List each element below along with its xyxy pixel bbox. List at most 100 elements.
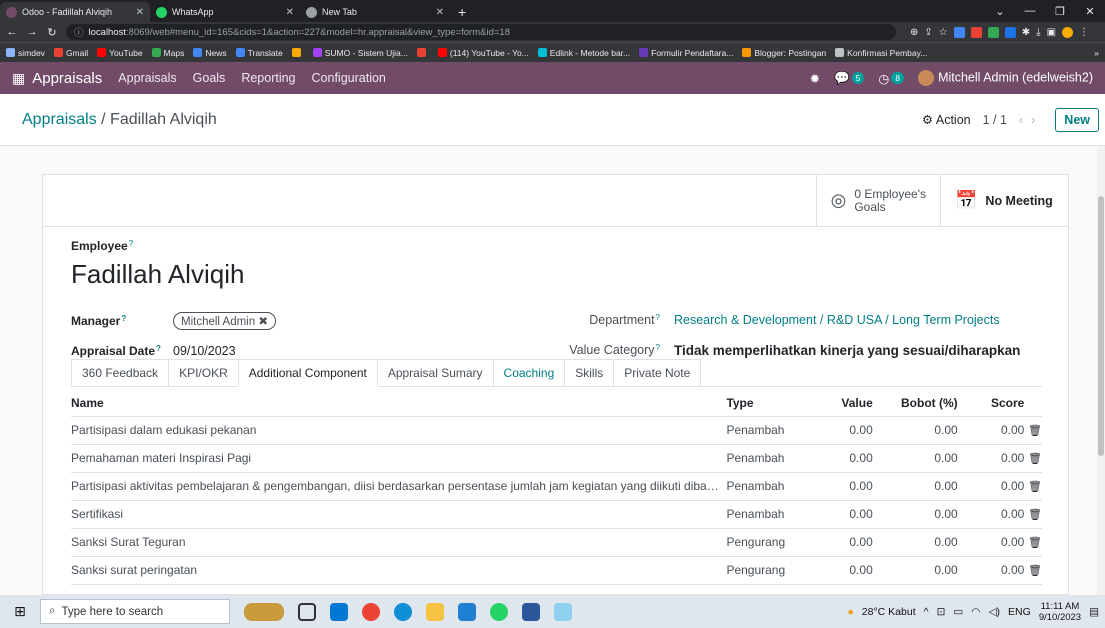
meeting-button[interactable]: 📅 No Meeting: [940, 175, 1068, 226]
notebook-tab[interactable]: Appraisal Sumary: [376, 359, 494, 386]
file-explorer-icon[interactable]: [426, 602, 444, 621]
breadcrumb-appraisals[interactable]: Appraisals: [22, 111, 97, 128]
table-row[interactable]: Partisipasi dalam edukasi pekanan Penamba…: [71, 416, 1042, 445]
extension-icon[interactable]: [987, 26, 999, 38]
new-button[interactable]: New: [1055, 107, 1099, 132]
close-window-icon[interactable]: ✕: [1075, 5, 1105, 18]
scrollbar-thumb[interactable]: [1098, 196, 1104, 456]
extensions-puzzle-icon[interactable]: ✱: [1022, 27, 1030, 38]
paint-icon[interactable]: [554, 602, 572, 621]
back-icon[interactable]: ←: [6, 26, 18, 38]
volume-icon[interactable]: ◁): [988, 606, 1000, 618]
bookmark-item[interactable]: (114) YouTube - Yo...: [437, 48, 529, 58]
trash-icon[interactable]: 🗑: [1028, 537, 1042, 549]
column-bobot[interactable]: Bobot (%): [872, 390, 958, 417]
table-row[interactable]: Sanksi surat peringatan Pengurang 0.00 0.00…: [71, 556, 1042, 585]
trash-icon[interactable]: 🗑: [1028, 509, 1042, 521]
bookmark-item[interactable]: News: [193, 48, 227, 58]
help-tooltip-icon[interactable]: ?: [656, 313, 660, 322]
user-menu[interactable]: Mitchell Admin (edelweish2): [918, 70, 1093, 86]
bookmark-item[interactable]: SUMO - Sistem Ujia...: [312, 48, 408, 58]
remove-tag-icon[interactable]: ✖: [258, 316, 268, 328]
notebook-tab[interactable]: 360 Feedback: [71, 359, 170, 386]
appraisal-date-value[interactable]: 09/10/2023: [173, 344, 236, 358]
bookmark-item[interactable]: Gmail: [53, 48, 88, 58]
trash-icon[interactable]: 🗑: [1028, 481, 1042, 493]
edge-icon[interactable]: [394, 602, 412, 621]
tab-close-icon[interactable]: ✕: [436, 7, 444, 18]
share-icon[interactable]: ⇪: [924, 27, 932, 38]
trash-icon[interactable]: 🗑: [1028, 565, 1042, 577]
site-info-icon[interactable]: ⓘ: [74, 25, 84, 39]
network-icon[interactable]: ⊡: [937, 606, 946, 618]
column-name[interactable]: Name: [71, 390, 727, 417]
extension-icon[interactable]: [1004, 26, 1016, 38]
chrome-icon[interactable]: [362, 602, 380, 621]
tab-search-icon[interactable]: ⌄: [985, 5, 1015, 18]
table-row[interactable]: Sertifikasi Penambah 0.00 0.00 0.00 🗑: [71, 500, 1042, 529]
messages-button[interactable]: 💬 5: [834, 71, 865, 86]
bookmarks-overflow-icon[interactable]: »: [1094, 48, 1099, 58]
navbar-menu-item[interactable]: Reporting: [241, 71, 295, 85]
zoom-icon[interactable]: ⊕: [910, 27, 918, 38]
side-panel-icon[interactable]: ▣: [1047, 27, 1056, 38]
bookmark-item[interactable]: Formulir Pendaftara...: [639, 48, 733, 58]
taskbar-search[interactable]: ⌕ Type here to search: [40, 599, 230, 624]
browser-tab[interactable]: Odoo - Fadillah Alviqih ✕: [0, 2, 150, 22]
help-tooltip-icon[interactable]: ?: [156, 344, 161, 353]
employee-name[interactable]: Fadillah Alviqih: [71, 259, 1040, 290]
whatsapp-taskbar-icon[interactable]: [490, 602, 508, 621]
manager-tag[interactable]: Mitchell Admin ✖: [173, 312, 276, 330]
task-view-icon[interactable]: [298, 602, 316, 621]
forward-icon[interactable]: →: [26, 26, 38, 38]
tray-chevron-icon[interactable]: ^: [924, 606, 929, 618]
vscode-icon[interactable]: [458, 602, 476, 621]
app-name[interactable]: Appraisals: [32, 70, 102, 87]
table-row[interactable]: Partisipasi aktivitas pembelajaran & pen…: [71, 472, 1042, 501]
activities-button[interactable]: ◷ 8: [878, 71, 905, 86]
download-icon[interactable]: ⤓: [1036, 27, 1040, 38]
bookmark-item[interactable]: Maps: [151, 48, 184, 58]
browser-tab[interactable]: New Tab ✕: [300, 2, 450, 22]
tab-close-icon[interactable]: ✕: [286, 7, 294, 18]
bookmark-item[interactable]: simdev: [6, 48, 45, 58]
restore-icon[interactable]: ❐: [1045, 5, 1075, 18]
navbar-menu-item[interactable]: Goals: [193, 71, 226, 85]
weather-text[interactable]: 28°C Kabut: [862, 606, 916, 618]
word-icon[interactable]: [522, 602, 540, 621]
bookmark-item[interactable]: Blogger: Postingan: [742, 48, 826, 58]
wifi-icon[interactable]: ◠: [971, 606, 980, 618]
browser-tab[interactable]: WhatsApp ✕: [150, 2, 300, 22]
minimize-icon[interactable]: —: [1015, 5, 1045, 17]
bookmark-item[interactable]: [291, 48, 304, 57]
bookmark-item[interactable]: Konfirmasi Pembay...: [835, 48, 927, 58]
address-bar[interactable]: ⓘ localhost:8069/web#menu_id=165&cids=1&…: [66, 24, 896, 40]
pager-previous-icon[interactable]: ‹: [1019, 113, 1031, 127]
value-category-value[interactable]: Tidak memperlihatkan kinerja yang sesuai…: [674, 343, 1020, 358]
browser-menu-icon[interactable]: ⋮: [1079, 27, 1089, 38]
bookmark-item[interactable]: Edlink - Metode bar...: [537, 48, 630, 58]
windows-start-icon[interactable]: ⊞: [0, 603, 40, 620]
battery-icon[interactable]: ▭: [953, 606, 963, 618]
notebook-tab[interactable]: Skills: [564, 359, 615, 386]
help-tooltip-icon[interactable]: ?: [656, 343, 660, 352]
clock[interactable]: 11:11 AM 9/10/2023: [1039, 601, 1081, 623]
bookmark-item[interactable]: YouTube: [97, 48, 143, 58]
table-row[interactable]: Sanksi Surat Teguran Pengurang 0.00 0.00 0.0…: [71, 528, 1042, 557]
pager-next-icon[interactable]: ›: [1031, 113, 1043, 127]
pager-value[interactable]: 1 / 1: [983, 113, 1007, 127]
bookmark-item[interactable]: Translate: [235, 48, 283, 58]
column-value[interactable]: Value: [817, 390, 873, 417]
tab-close-icon[interactable]: ✕: [136, 7, 144, 18]
page-scrollbar[interactable]: [1097, 146, 1105, 595]
help-tooltip-icon[interactable]: ?: [121, 314, 126, 323]
column-score[interactable]: Score: [957, 390, 1025, 417]
notebook-tab[interactable]: KPI/OKR: [168, 359, 239, 386]
bookmark-star-icon[interactable]: ☆: [939, 27, 948, 38]
employee-goals-button[interactable]: ◎ 0 Employee's Goals: [815, 175, 940, 226]
debug-bug-icon[interactable]: ✹: [810, 71, 820, 86]
table-row[interactable]: Pemahaman materi Inspirasi Pagi Penambah 0…: [71, 444, 1042, 473]
notebook-tab[interactable]: Private Note: [613, 359, 702, 386]
action-menu-button[interactable]: ⚙ Action: [922, 112, 971, 127]
navbar-menu-item[interactable]: Configuration: [312, 71, 386, 85]
